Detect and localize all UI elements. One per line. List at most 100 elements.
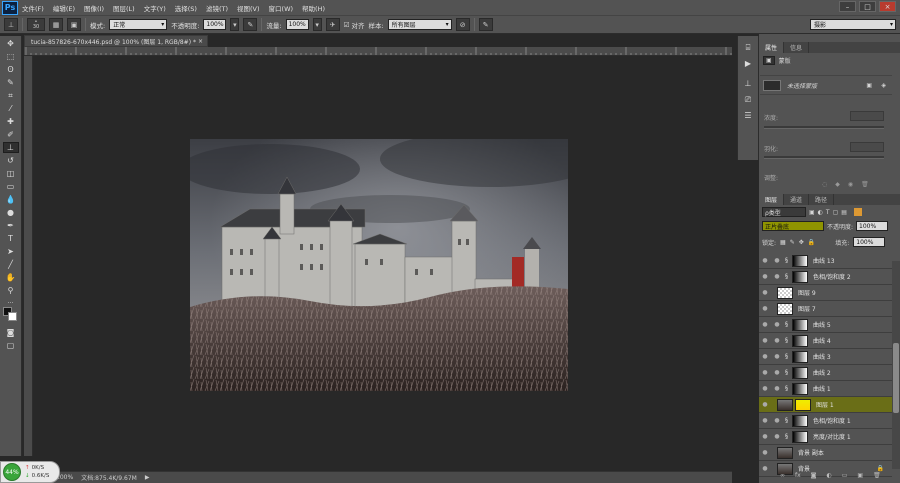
lock-transparent-icon[interactable]: ▦ xyxy=(780,239,786,246)
brush-tool-icon[interactable]: ✐ xyxy=(3,129,19,140)
actions-panel-icon[interactable]: ▶ xyxy=(740,58,756,69)
lasso-tool-icon[interactable]: ʘ xyxy=(3,64,19,75)
blend-mode-select[interactable]: 正片叠底 xyxy=(762,221,824,231)
visibility-eye-icon[interactable]: ● xyxy=(759,417,771,424)
chain-link-icon[interactable]: § xyxy=(785,321,788,328)
tab-info[interactable]: 信息 xyxy=(784,42,810,53)
brush-panel-icon[interactable]: ⊥ xyxy=(740,78,756,89)
pressure-opacity-icon[interactable]: ✎ xyxy=(243,18,258,31)
chain-link-icon[interactable]: § xyxy=(785,353,788,360)
layer-row[interactable]: ● 图层 9 xyxy=(759,285,892,301)
filter-smart-icon[interactable]: ▤ xyxy=(841,209,847,216)
add-mask-icon[interactable]: ◙ xyxy=(811,472,817,479)
menu-window[interactable]: 窗口(W) xyxy=(269,3,294,13)
feather-input[interactable] xyxy=(850,142,884,152)
visibility-eye-icon[interactable]: ● xyxy=(759,321,771,328)
visibility-eye-icon[interactable]: ● xyxy=(759,273,771,280)
layer-mask-thumbnail[interactable] xyxy=(795,398,811,411)
network-speed-widget[interactable]: 44% ↑ 0K/S ↓ 0.6K/S xyxy=(0,461,60,483)
background-color-swatch[interactable] xyxy=(8,312,17,321)
menu-select[interactable]: 选择(S) xyxy=(175,3,197,13)
chain-link-icon[interactable]: § xyxy=(785,337,788,344)
fill-input[interactable]: 100% xyxy=(853,237,886,247)
visibility-eye-icon[interactable]: ● xyxy=(759,289,771,296)
layer-opacity-input[interactable]: 100% xyxy=(856,221,889,231)
visibility-eye-icon[interactable]: ● xyxy=(759,385,771,392)
clone-source-icon[interactable]: ▣ xyxy=(67,18,81,31)
path-select-tool-icon[interactable]: ➤ xyxy=(3,246,19,257)
load-selection-icon[interactable]: ◌ xyxy=(822,181,827,188)
document-close-icon[interactable]: × xyxy=(198,38,203,45)
lock-position-icon[interactable]: ✥ xyxy=(799,239,804,246)
link-layers-icon[interactable]: ∞ xyxy=(780,472,785,479)
pixel-mask-icon[interactable]: ▣ xyxy=(866,82,872,89)
type-tool-icon[interactable]: T xyxy=(3,233,19,244)
chain-link-icon[interactable]: § xyxy=(785,417,788,424)
layer-mask-thumbnail[interactable] xyxy=(792,334,808,347)
adjustments-panel-icon[interactable]: ☰ xyxy=(740,110,756,121)
maximize-button[interactable]: □ xyxy=(859,1,876,12)
layer-mask-thumbnail[interactable] xyxy=(792,270,808,283)
layer-row[interactable]: ● ● § 色相/饱和度 1 xyxy=(759,413,892,429)
filter-pixel-icon[interactable]: ▣ xyxy=(809,209,815,216)
layer-filter-select[interactable]: ρ类型 xyxy=(762,207,806,217)
layer-thumbnail[interactable] xyxy=(777,398,793,411)
ignore-adjustment-icon[interactable]: ⊘ xyxy=(455,18,470,31)
chain-link-icon[interactable]: § xyxy=(785,257,788,264)
status-arrow-icon[interactable]: ▶ xyxy=(145,474,150,481)
marquee-tool-icon[interactable]: ⬚ xyxy=(3,51,19,62)
history-panel-icon[interactable]: ⌸ xyxy=(740,42,756,53)
delete-mask-icon[interactable]: 🗑 xyxy=(861,181,869,188)
clone-stamp-tool-icon[interactable]: ⊥ xyxy=(2,142,19,153)
layer-mask-thumbnail[interactable] xyxy=(792,366,808,379)
new-adjustment-icon[interactable]: ◐ xyxy=(827,472,832,479)
dodge-tool-icon[interactable]: ● xyxy=(3,207,19,218)
layer-mask-thumbnail[interactable] xyxy=(792,430,808,443)
flow-input[interactable]: 100% xyxy=(285,19,309,30)
move-tool-icon[interactable]: ✥ xyxy=(3,38,19,49)
zoom-tool-icon[interactable]: ⚲ xyxy=(3,285,19,296)
tab-properties[interactable]: 属性 xyxy=(759,42,785,53)
history-brush-tool-icon[interactable]: ↺ xyxy=(3,155,19,166)
lock-all-icon[interactable]: 🔒 xyxy=(808,239,815,246)
quick-select-tool-icon[interactable]: ✎ xyxy=(3,77,19,88)
menu-image[interactable]: 图像(I) xyxy=(84,3,104,13)
layer-row[interactable]: ● ● § 曲线 13 xyxy=(759,253,892,269)
delete-layer-icon[interactable]: 🗑 xyxy=(873,472,881,479)
menu-view[interactable]: 视图(V) xyxy=(237,3,260,13)
aligned-checkbox[interactable]: ☑ 对齐 xyxy=(344,20,365,30)
density-slider[interactable] xyxy=(764,126,884,129)
disable-mask-icon[interactable]: ◉ xyxy=(848,181,853,188)
apply-mask-icon[interactable]: ◆ xyxy=(835,181,840,188)
layer-row[interactable]: ● ● § 曲线 5 xyxy=(759,317,892,333)
layer-row[interactable]: ● ● § 曲线 2 xyxy=(759,365,892,381)
chain-link-icon[interactable]: § xyxy=(785,385,788,392)
clone-source-panel-icon[interactable]: ⎚ xyxy=(740,94,756,105)
layer-row[interactable]: ● ● § 色相/饱和度 2 xyxy=(759,269,892,285)
healing-brush-tool-icon[interactable]: ✚ xyxy=(3,116,19,127)
visibility-eye-icon[interactable]: ● xyxy=(759,369,771,376)
visibility-eye-icon[interactable]: ● xyxy=(759,353,771,360)
layer-mask-thumbnail[interactable] xyxy=(792,318,808,331)
visibility-eye-icon[interactable]: ● xyxy=(759,257,771,264)
eyedropper-tool-icon[interactable]: ⁄ xyxy=(3,103,19,114)
layers-scroll-thumb[interactable] xyxy=(893,343,899,413)
tab-channels[interactable]: 通道 xyxy=(784,194,810,205)
chain-link-icon[interactable]: § xyxy=(785,433,788,440)
tab-layers[interactable]: 图层 xyxy=(759,194,785,205)
eraser-tool-icon[interactable]: ◫ xyxy=(3,168,19,179)
layer-style-icon[interactable]: fx xyxy=(795,472,801,479)
brush-panel-icon[interactable]: ▦ xyxy=(49,18,63,31)
blur-tool-icon[interactable]: 💧 xyxy=(3,194,19,205)
menu-help[interactable]: 帮助(H) xyxy=(302,3,325,13)
filter-shape-icon[interactable]: ▢ xyxy=(833,209,839,216)
hand-tool-icon[interactable]: ✋ xyxy=(3,272,19,283)
layer-row[interactable]: ● 图层 1 xyxy=(759,397,892,413)
layer-row[interactable]: ● ● § 亮度/对比度 1 xyxy=(759,429,892,445)
menu-edit[interactable]: 编辑(E) xyxy=(53,3,75,13)
layer-thumbnail[interactable] xyxy=(777,302,793,315)
screen-mode-icon[interactable]: ▢ xyxy=(3,340,19,351)
opacity-input[interactable]: 100% xyxy=(203,19,227,30)
visibility-eye-icon[interactable]: ● xyxy=(759,401,771,408)
brush-preset-picker[interactable]: • 30 xyxy=(27,18,45,31)
